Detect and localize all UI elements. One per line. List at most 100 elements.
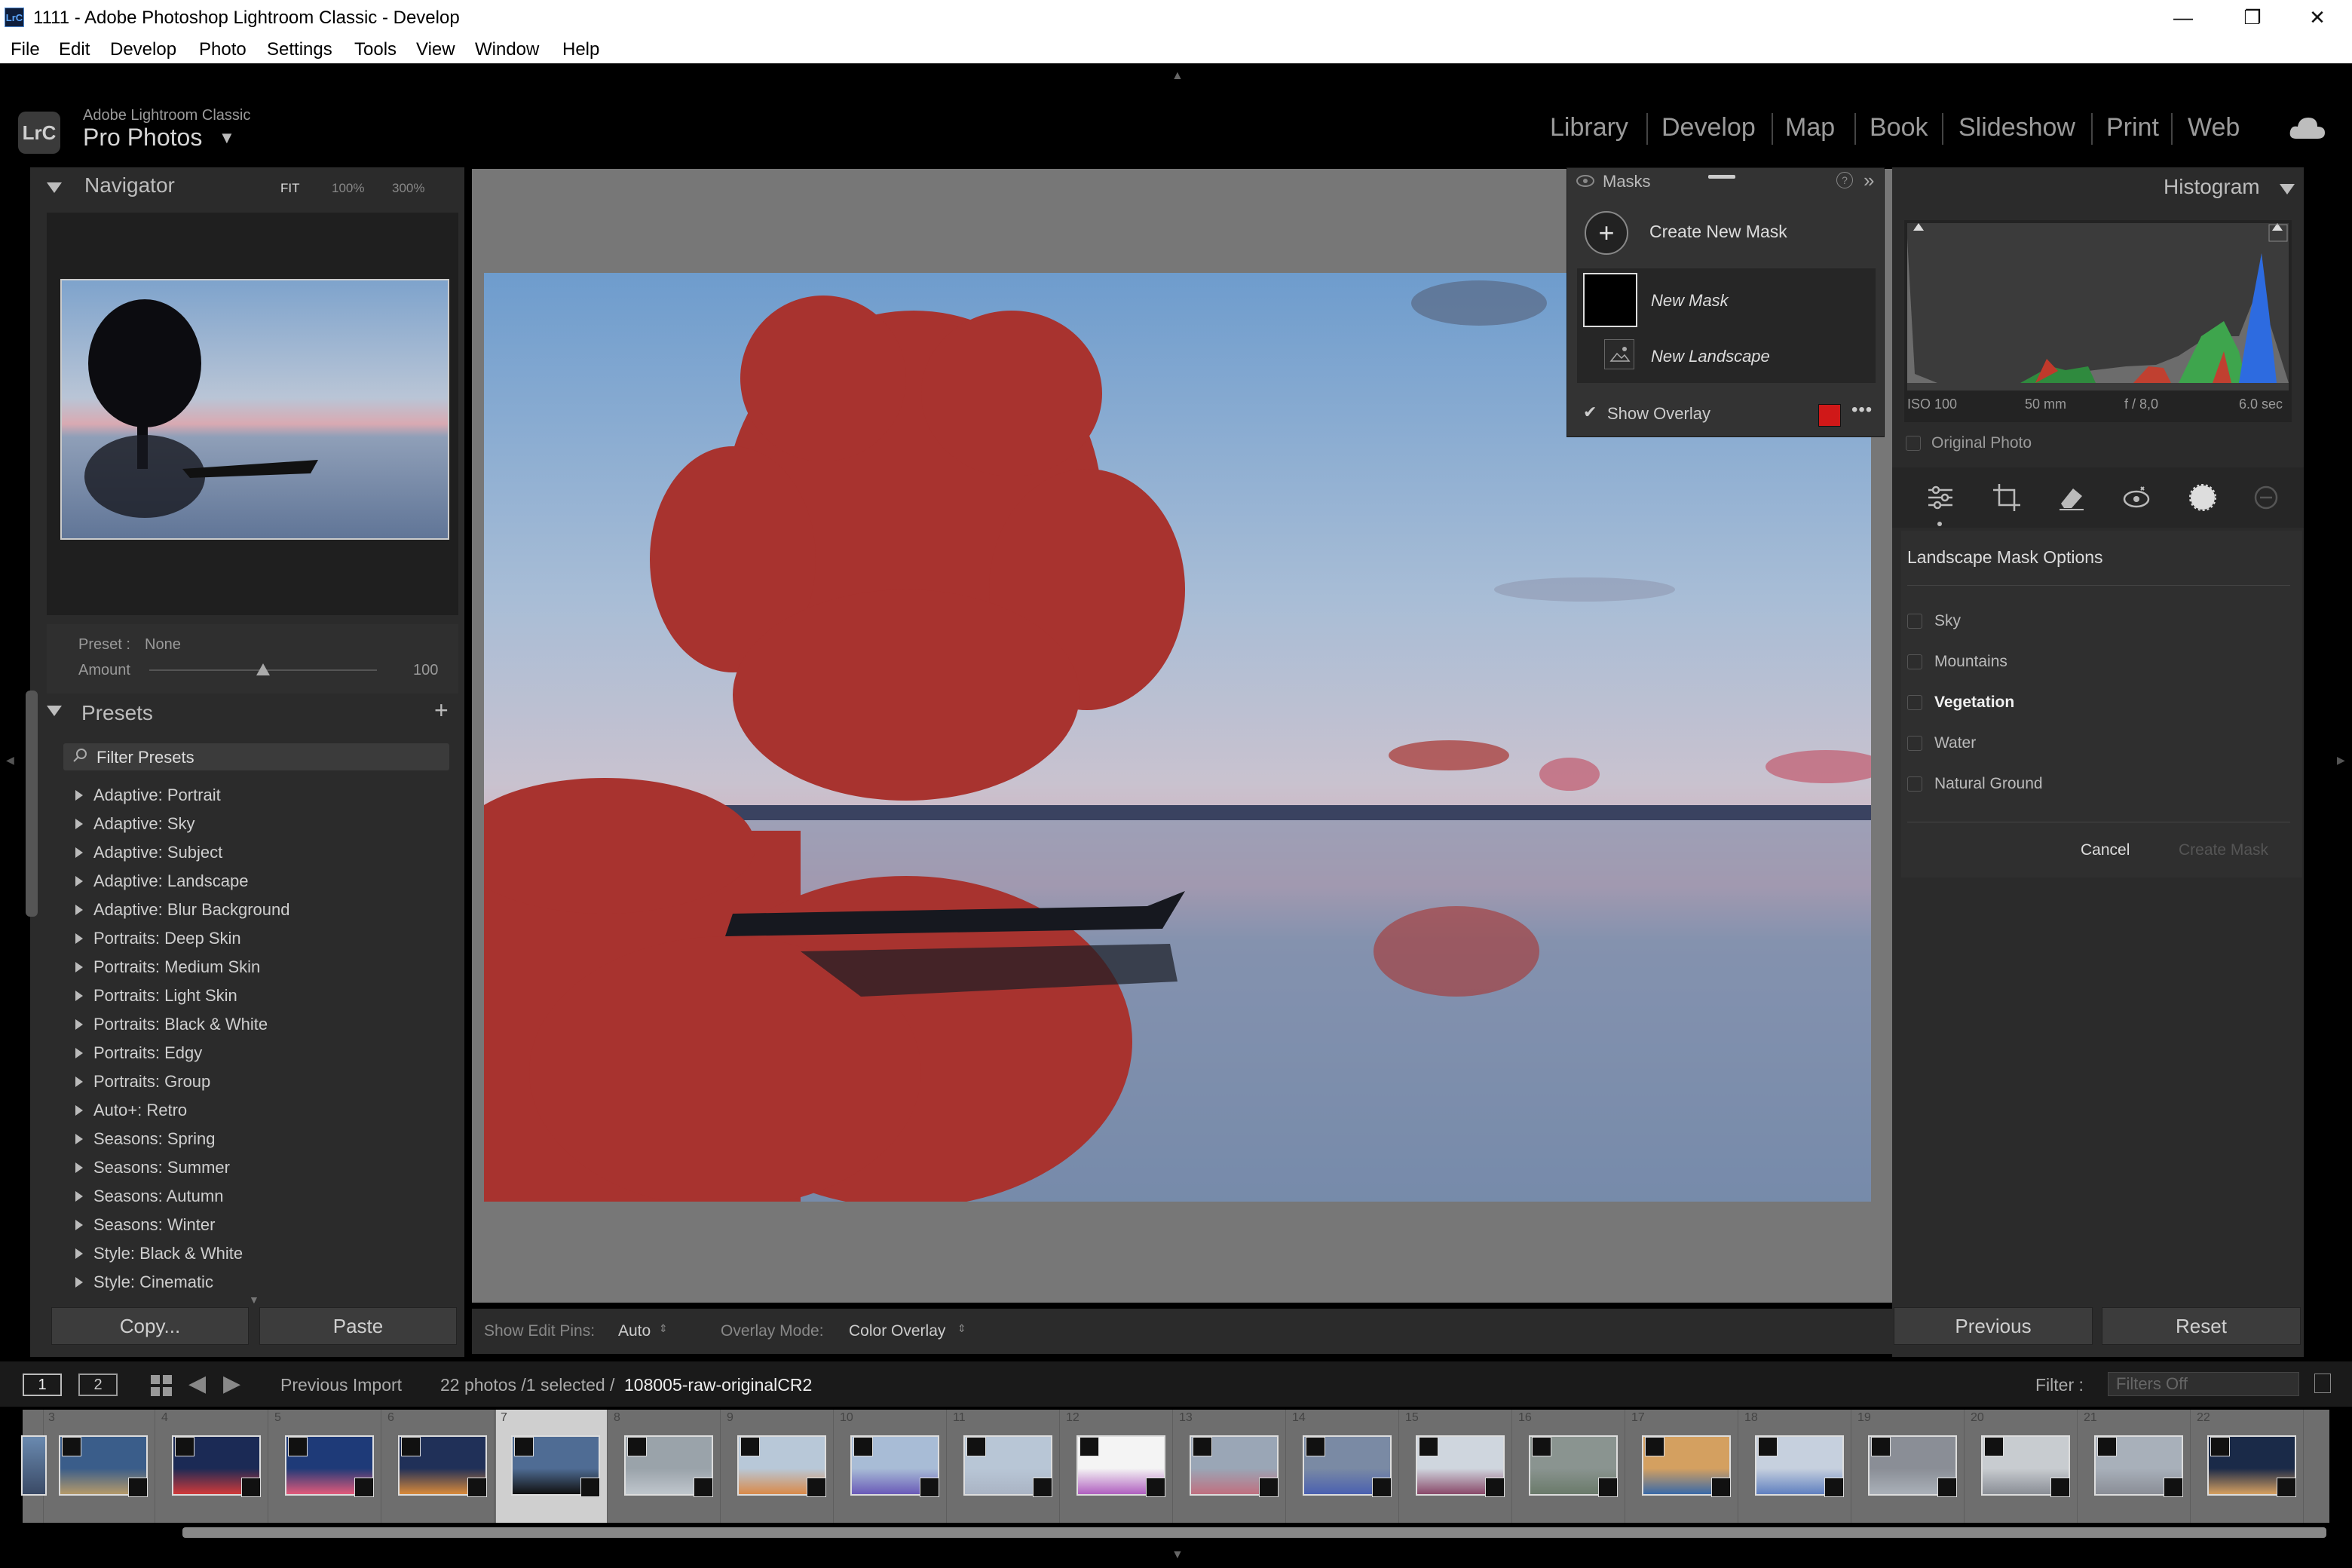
navigator-preview[interactable] bbox=[60, 279, 449, 540]
develop-badge-icon[interactable] bbox=[1598, 1478, 1618, 1497]
show-overlay-label[interactable]: Show Overlay bbox=[1607, 404, 1710, 424]
main-window-button[interactable]: 1 bbox=[23, 1374, 62, 1396]
crop-icon[interactable] bbox=[1992, 482, 2022, 513]
sync-badge-icon[interactable] bbox=[2210, 1437, 2230, 1456]
develop-badge-icon[interactable] bbox=[241, 1478, 261, 1497]
create-new-mask[interactable]: Create New Mask bbox=[1649, 222, 1787, 242]
preset-folder[interactable]: Portraits: Light Skin bbox=[47, 982, 458, 1010]
expand-arrow-icon[interactable] bbox=[75, 847, 83, 858]
sync-badge-icon[interactable] bbox=[1758, 1437, 1778, 1456]
grid-view-icon[interactable] bbox=[149, 1374, 173, 1402]
sync-badge-icon[interactable] bbox=[966, 1437, 986, 1456]
filmstrip-cell[interactable]: 19 bbox=[1853, 1410, 1965, 1523]
menu-view[interactable]: View bbox=[416, 39, 455, 60]
overlay-mode-dropdown-icon[interactable]: ⇕ bbox=[957, 1322, 966, 1335]
develop-badge-icon[interactable] bbox=[467, 1478, 487, 1497]
expand-arrow-icon[interactable] bbox=[75, 876, 83, 887]
expand-arrow-icon[interactable] bbox=[75, 1019, 83, 1030]
filmstrip-cell[interactable]: 20 bbox=[1966, 1410, 2078, 1523]
filmstrip-cell[interactable]: 21 bbox=[2079, 1410, 2191, 1523]
expand-arrow-icon[interactable] bbox=[75, 790, 83, 801]
expand-arrow-icon[interactable] bbox=[75, 1277, 83, 1288]
develop-badge-icon[interactable] bbox=[580, 1478, 600, 1497]
sync-badge-icon[interactable] bbox=[1306, 1437, 1325, 1456]
filmstrip-cell[interactable]: 5 bbox=[270, 1410, 381, 1523]
filmstrip-cell[interactable]: 9 bbox=[722, 1410, 834, 1523]
module-map[interactable]: Map bbox=[1785, 113, 1835, 142]
develop-badge-icon[interactable] bbox=[920, 1478, 939, 1497]
zoom-100[interactable]: 100% bbox=[332, 181, 364, 196]
preset-folder[interactable]: Seasons: Spring bbox=[47, 1125, 458, 1153]
more-options-icon[interactable]: ••• bbox=[1851, 400, 1873, 421]
preset-folder[interactable]: Portraits: Deep Skin bbox=[47, 924, 458, 953]
develop-badge-icon[interactable] bbox=[2164, 1478, 2183, 1497]
expand-arrow-icon[interactable] bbox=[75, 1048, 83, 1058]
collapse-left-icon[interactable]: ◀ bbox=[6, 754, 14, 767]
develop-badge-icon[interactable] bbox=[2277, 1478, 2296, 1497]
create-mask-button[interactable]: Create Mask bbox=[2179, 841, 2268, 859]
develop-badge-icon[interactable] bbox=[1937, 1478, 1957, 1497]
overlay-color-swatch[interactable] bbox=[1818, 404, 1841, 427]
filmstrip-cell[interactable]: 12 bbox=[1061, 1410, 1173, 1523]
cancel-button[interactable]: Cancel bbox=[2081, 841, 2130, 859]
left-scrollbar[interactable] bbox=[26, 691, 38, 917]
catalog-dropdown-icon[interactable]: ▼ bbox=[219, 128, 235, 148]
menu-settings[interactable]: Settings bbox=[267, 39, 332, 60]
masking-icon[interactable] bbox=[2188, 482, 2218, 513]
filmstrip-cell[interactable]: 16 bbox=[1514, 1410, 1625, 1523]
mountains-label[interactable]: Mountains bbox=[1934, 653, 2007, 671]
zoom-300[interactable]: 300% bbox=[392, 181, 424, 196]
filmstrip-cell[interactable]: 13 bbox=[1174, 1410, 1286, 1523]
preset-folder[interactable]: Style: Cinematic bbox=[47, 1268, 458, 1291]
mask-name[interactable]: New Mask bbox=[1651, 291, 1729, 311]
expand-arrow-icon[interactable] bbox=[75, 819, 83, 829]
develop-badge-icon[interactable] bbox=[1824, 1478, 1844, 1497]
navigator-collapse-icon[interactable] bbox=[47, 182, 62, 193]
sync-badge-icon[interactable] bbox=[62, 1437, 81, 1456]
sync-badge-icon[interactable] bbox=[1984, 1437, 2004, 1456]
zoom-fit[interactable]: FIT bbox=[280, 181, 300, 196]
expand-arrow-icon[interactable] bbox=[75, 1134, 83, 1144]
filter-lock-icon[interactable] bbox=[2314, 1374, 2331, 1393]
preset-folder[interactable]: Portraits: Medium Skin bbox=[47, 953, 458, 982]
preset-folder[interactable]: Portraits: Group bbox=[47, 1067, 458, 1096]
preset-folder[interactable]: Seasons: Autumn bbox=[47, 1182, 458, 1211]
filmstrip-cell[interactable]: 7 bbox=[496, 1410, 608, 1523]
water-label[interactable]: Water bbox=[1934, 734, 1976, 752]
module-develop[interactable]: Develop bbox=[1661, 113, 1756, 142]
expand-arrow-icon[interactable] bbox=[75, 905, 83, 915]
show-overlay-check-icon[interactable]: ✔ bbox=[1583, 403, 1597, 422]
paste-button[interactable]: Paste bbox=[259, 1307, 457, 1345]
develop-badge-icon[interactable] bbox=[1485, 1478, 1505, 1497]
maximize-icon[interactable]: ❐ bbox=[2218, 0, 2287, 35]
develop-badge-icon[interactable] bbox=[354, 1478, 374, 1497]
filmstrip-cell[interactable]: 18 bbox=[1740, 1410, 1851, 1523]
mask-component-name[interactable]: New Landscape bbox=[1651, 347, 1770, 366]
expand-arrow-icon[interactable] bbox=[75, 1076, 83, 1087]
filmstrip-cell[interactable]: 22 bbox=[2192, 1410, 2304, 1523]
filmstrip-cell[interactable]: 8 bbox=[609, 1410, 721, 1523]
remove-icon[interactable] bbox=[2251, 482, 2281, 513]
close-icon[interactable]: ✕ bbox=[2283, 0, 2352, 35]
preset-folder[interactable]: Seasons: Winter bbox=[47, 1211, 458, 1239]
menu-tools[interactable]: Tools bbox=[354, 39, 397, 60]
catalog-name[interactable]: Pro Photos bbox=[83, 124, 202, 152]
thumbnail[interactable] bbox=[21, 1435, 47, 1496]
sync-badge-icon[interactable] bbox=[1419, 1437, 1438, 1456]
sync-badge-icon[interactable] bbox=[288, 1437, 308, 1456]
filter-select[interactable]: Filters Off bbox=[2108, 1372, 2299, 1396]
menu-window[interactable]: Window bbox=[475, 39, 539, 60]
preset-folder[interactable]: Adaptive: Subject bbox=[47, 838, 458, 867]
sync-badge-icon[interactable] bbox=[175, 1437, 194, 1456]
mask-thumbnail[interactable] bbox=[1583, 273, 1637, 327]
expand-arrow-icon[interactable] bbox=[75, 991, 83, 1001]
menu-file[interactable]: File bbox=[11, 39, 40, 60]
develop-badge-icon[interactable] bbox=[1033, 1478, 1052, 1497]
sync-badge-icon[interactable] bbox=[401, 1437, 421, 1456]
cloud-icon[interactable] bbox=[2287, 113, 2326, 148]
module-print[interactable]: Print bbox=[2106, 113, 2159, 142]
expand-arrow-icon[interactable] bbox=[75, 1105, 83, 1116]
expand-arrow-icon[interactable] bbox=[75, 1191, 83, 1202]
expand-arrow-icon[interactable] bbox=[75, 1162, 83, 1173]
vegetation-label[interactable]: Vegetation bbox=[1934, 694, 2014, 712]
